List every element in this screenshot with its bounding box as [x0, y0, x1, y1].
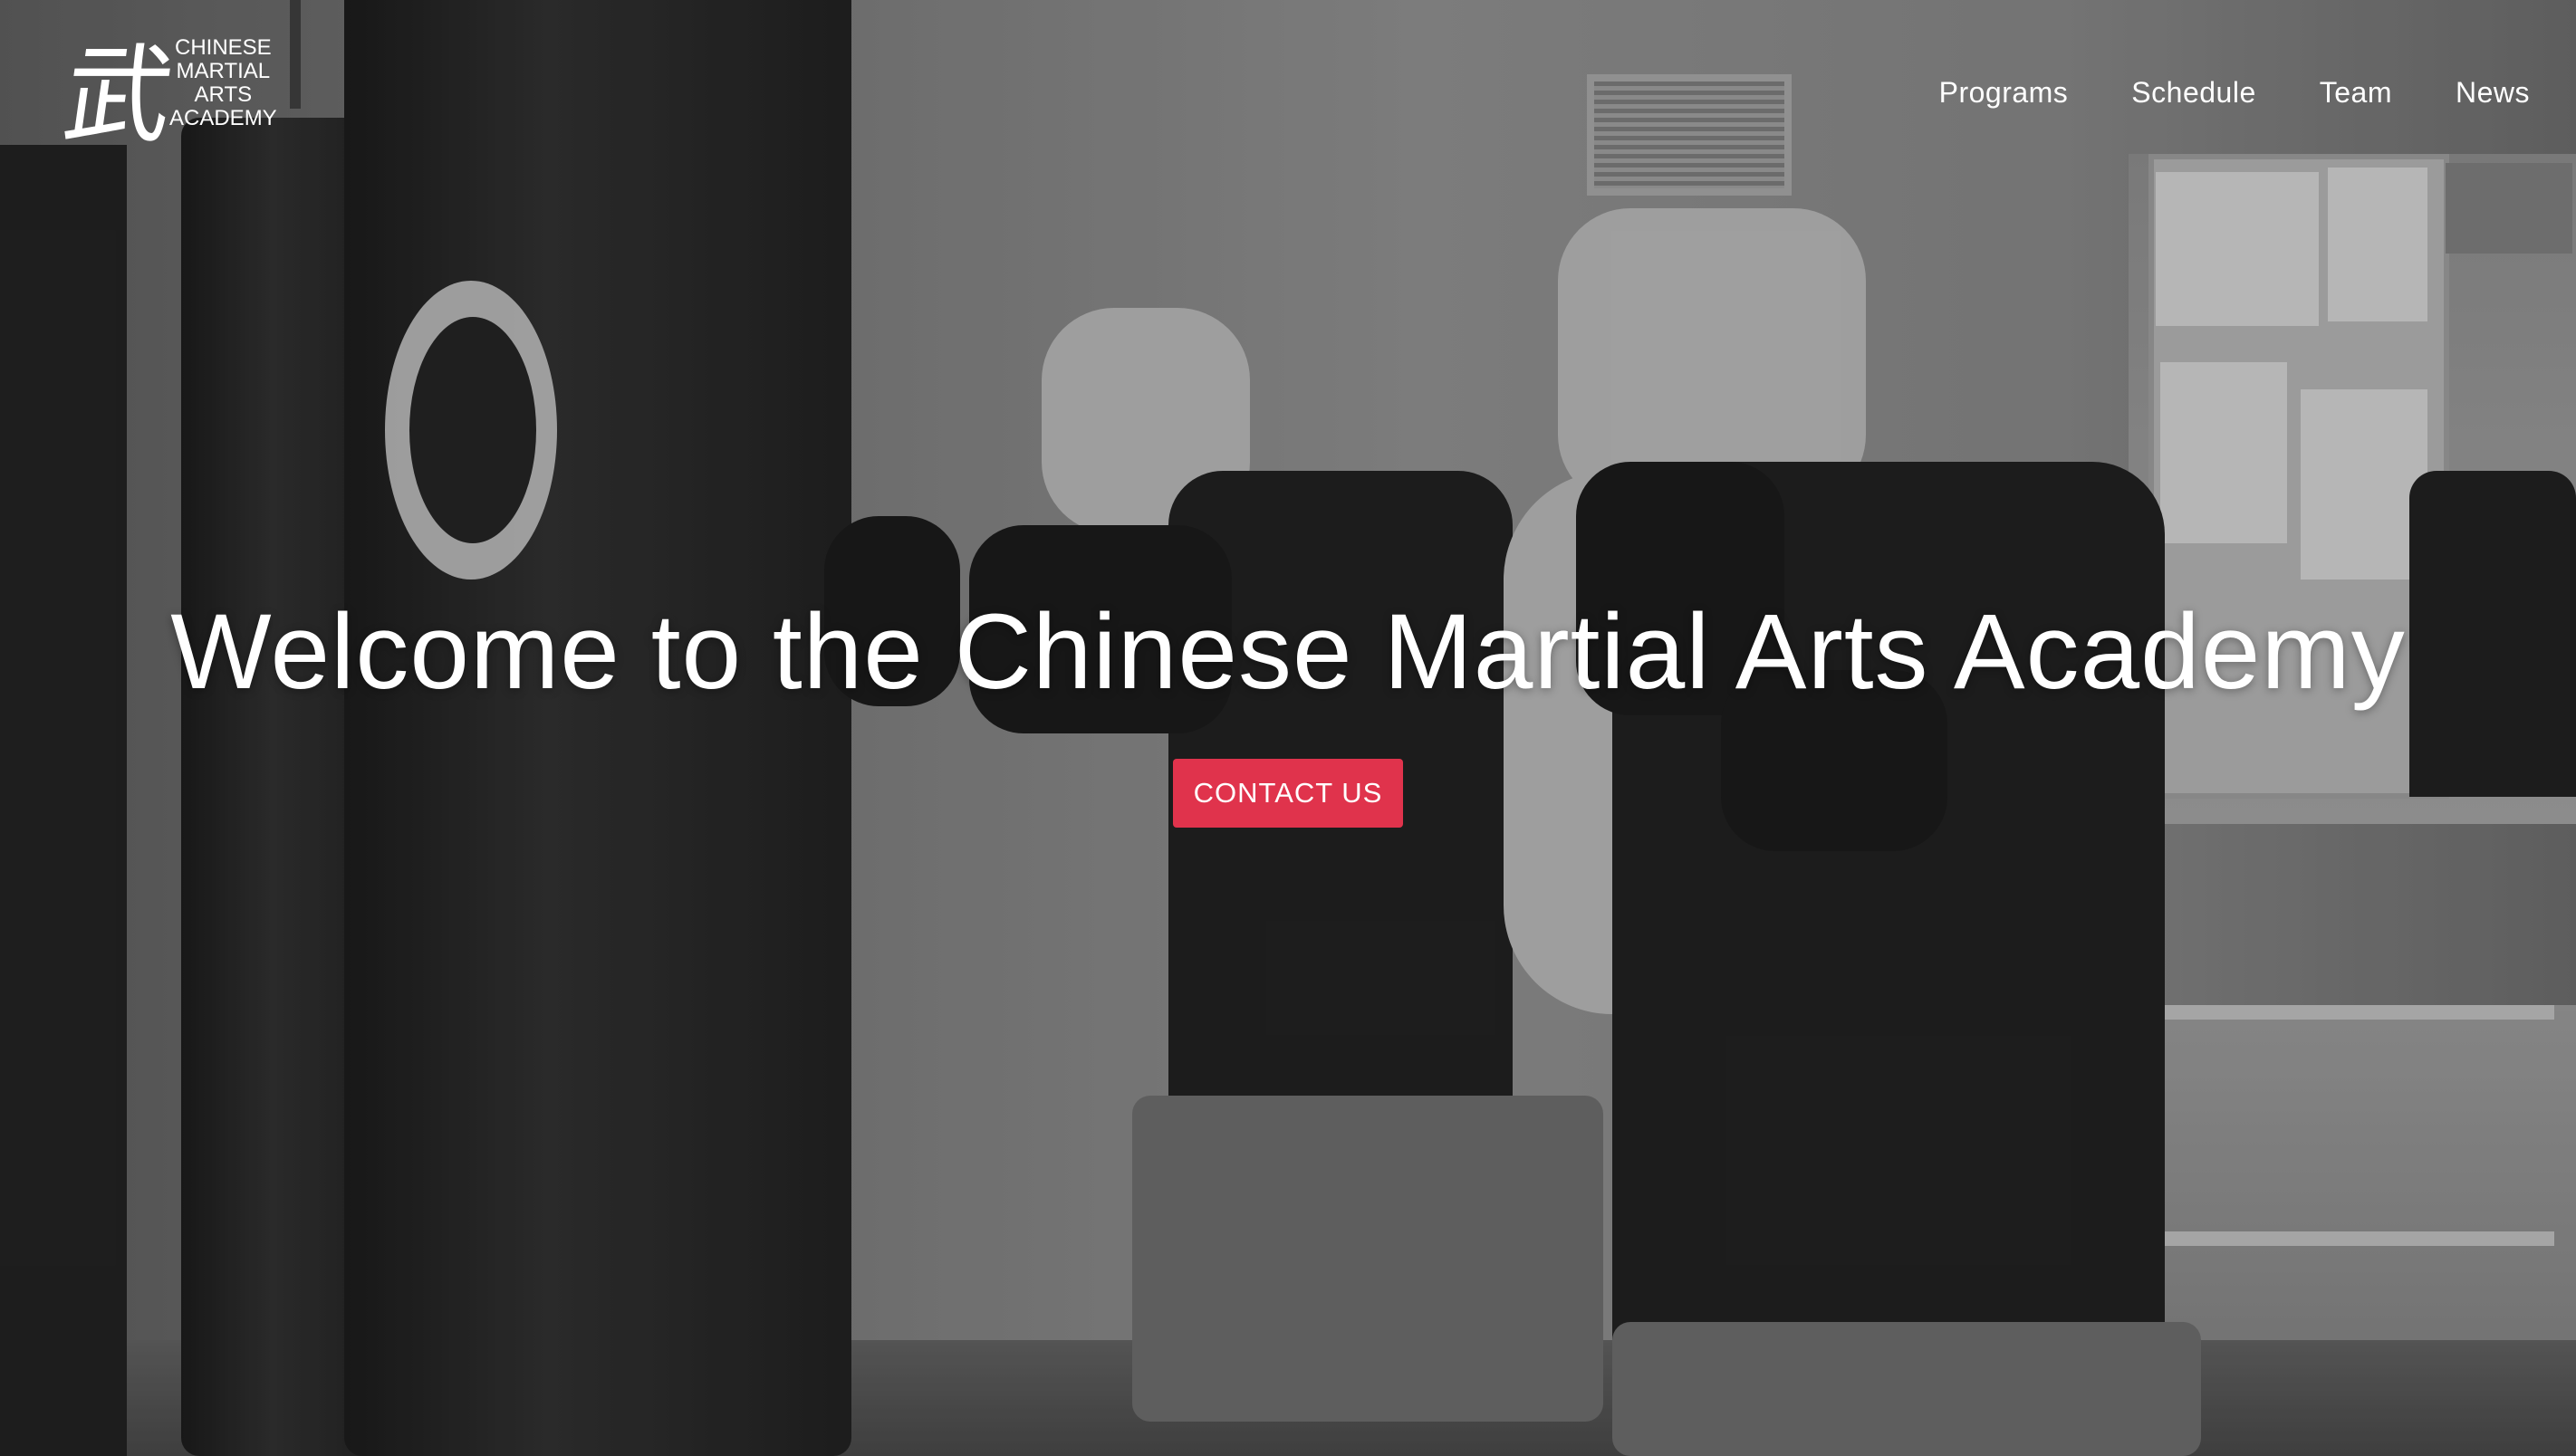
nav-item-programs[interactable]: Programs: [1939, 76, 2069, 110]
hero-title: Welcome to the Chinese Martial Arts Acad…: [170, 592, 2406, 712]
logo-wordmark: CHINESE MARTIAL ARTS ACADEMY: [169, 36, 277, 130]
hero-section: 武 CHINESE MARTIAL ARTS ACADEMY Programs …: [0, 0, 2576, 1456]
nav-item-schedule[interactable]: Schedule: [2131, 76, 2255, 110]
nav-item-news[interactable]: News: [2456, 76, 2530, 110]
hero-dark-overlay: [0, 0, 2576, 1456]
site-logo[interactable]: 武 CHINESE MARTIAL ARTS ACADEMY: [56, 33, 283, 161]
logo-line: ACADEMY: [169, 106, 277, 130]
logo-line: MARTIAL: [176, 59, 271, 83]
hero-background-photo: [0, 0, 2576, 1456]
main-nav: Programs Schedule Team News: [1939, 76, 2530, 110]
nav-item-team[interactable]: Team: [2320, 76, 2392, 110]
logo-line: CHINESE: [175, 35, 272, 60]
contact-us-button[interactable]: CONTACT US: [1173, 759, 1403, 828]
logo-line: ARTS: [194, 82, 253, 107]
logo-martial-glyph-icon: 武: [56, 33, 181, 158]
